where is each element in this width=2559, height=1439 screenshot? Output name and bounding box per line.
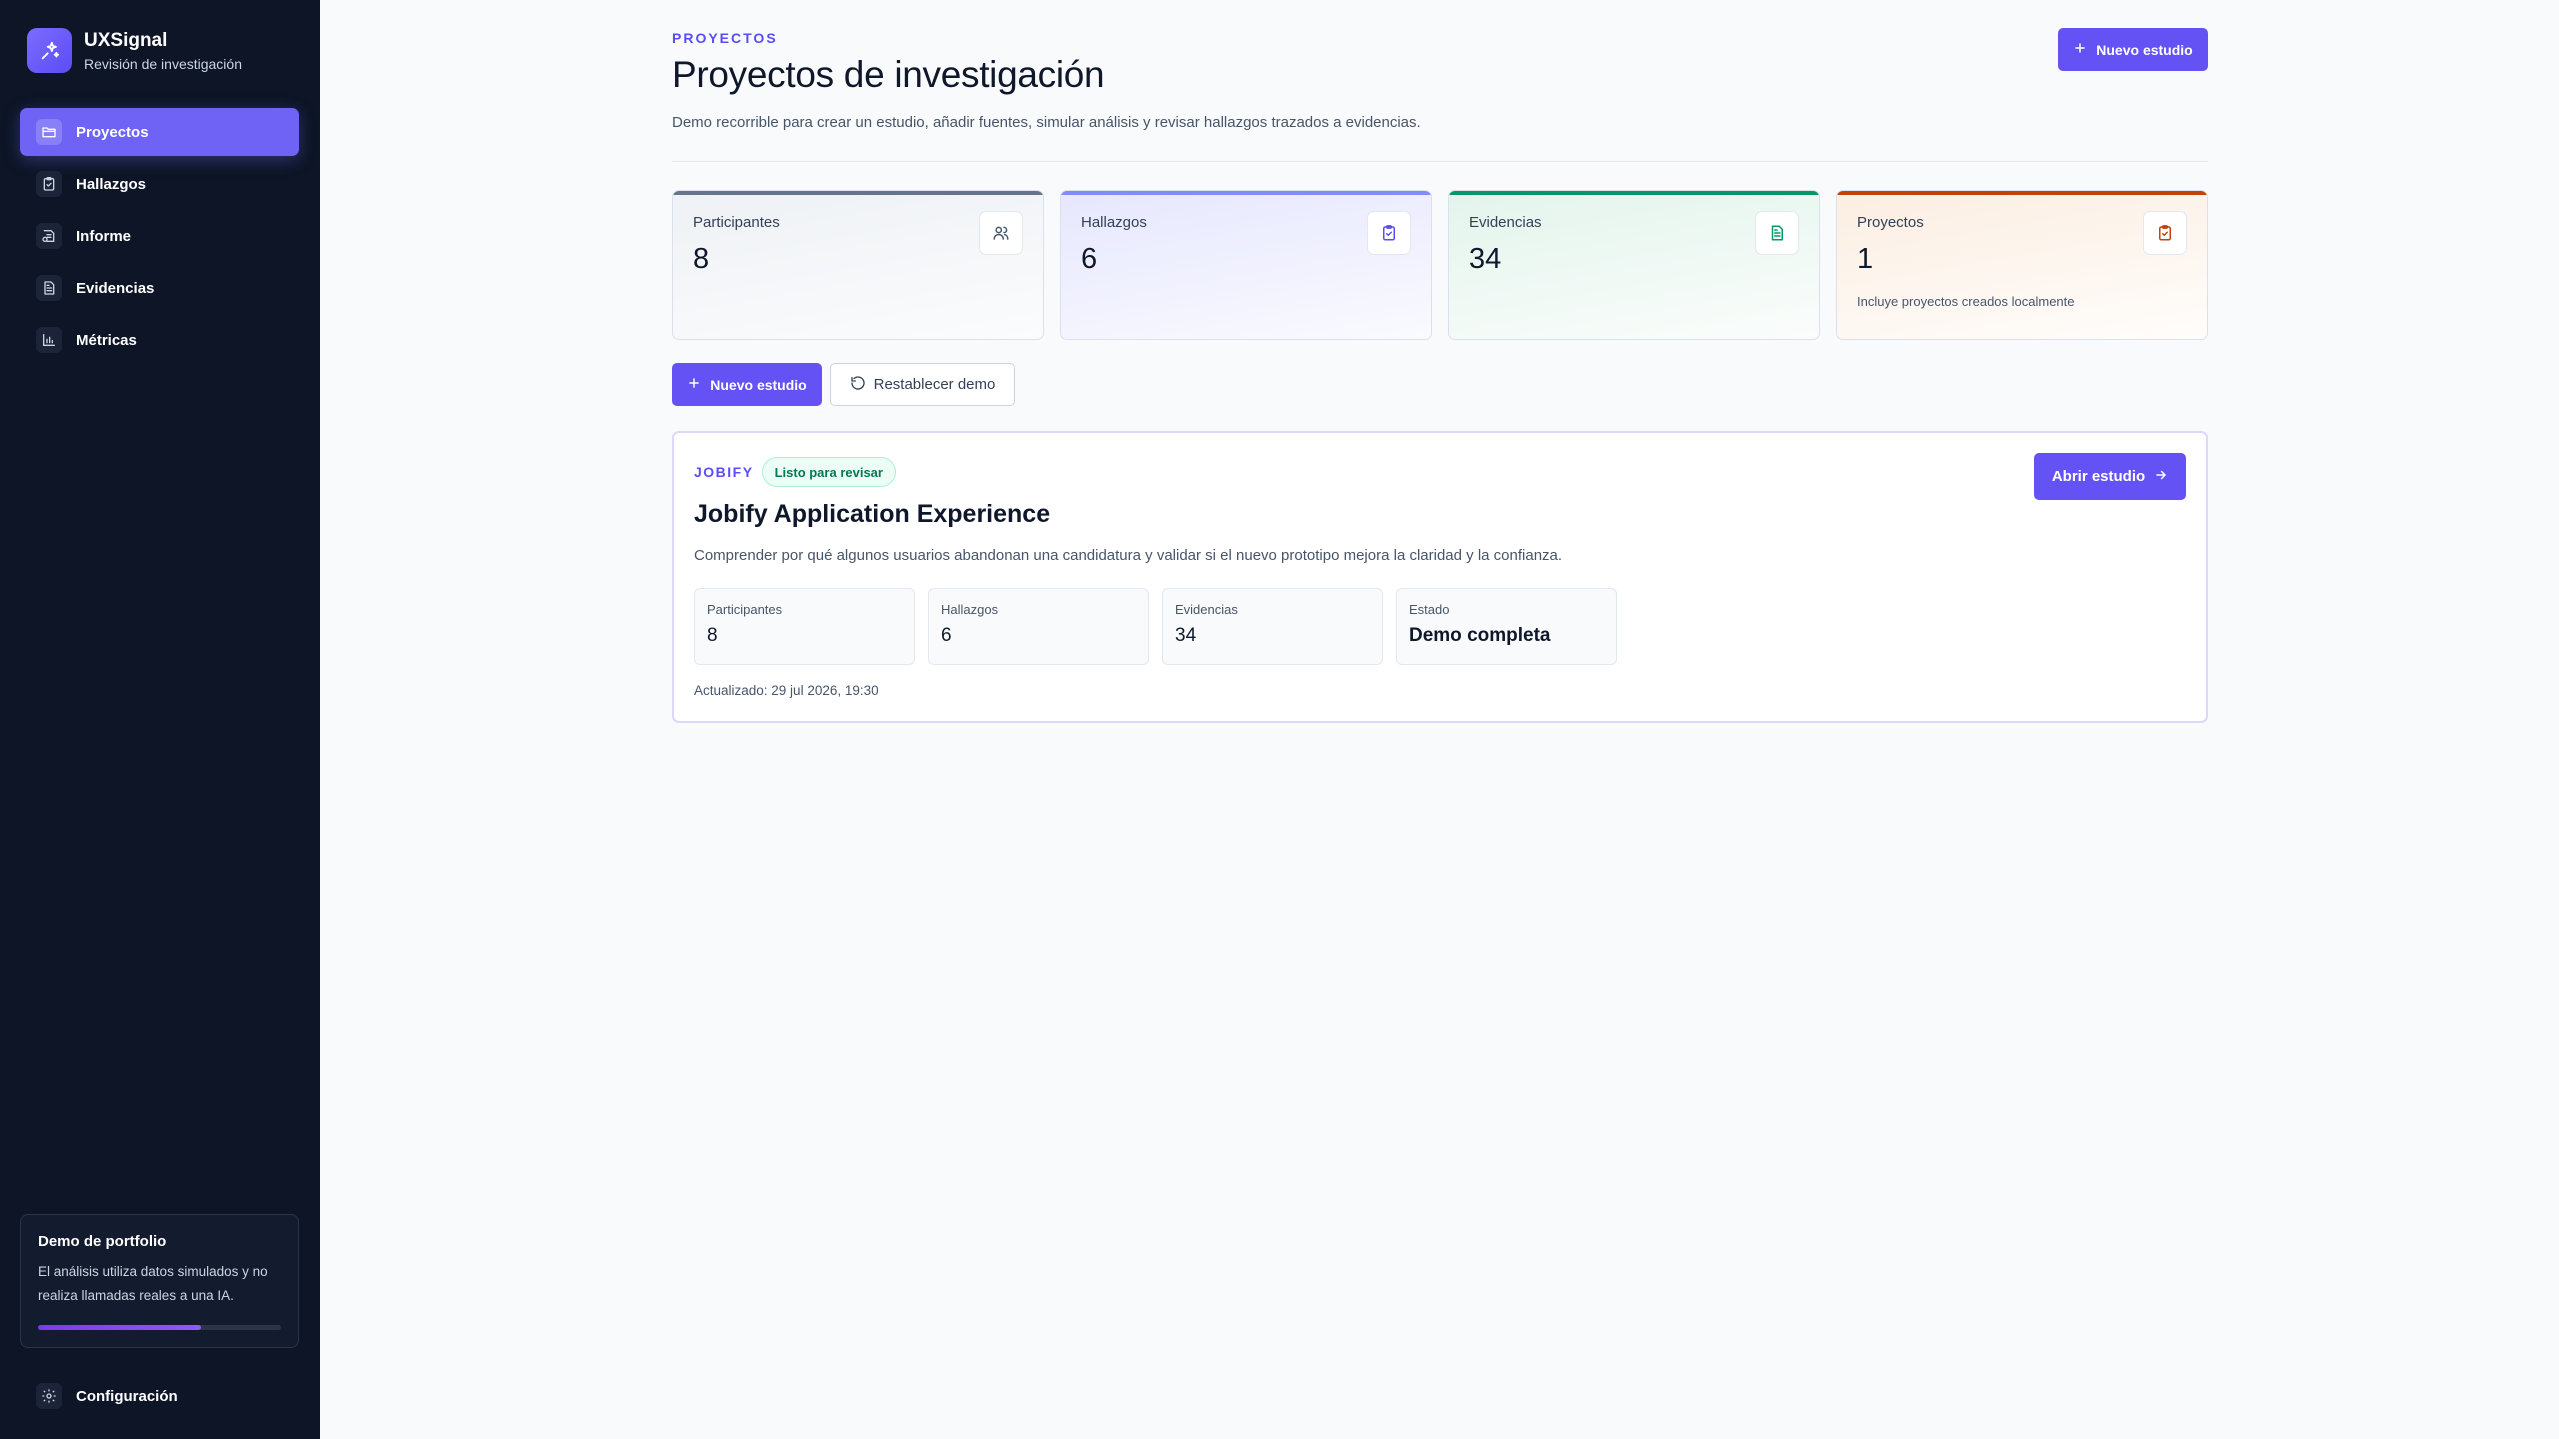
new-study-button[interactable]: Nuevo estudio [672,363,822,406]
brand-name: UXSignal [84,29,168,51]
reset-demo-label: Restablecer demo [873,376,996,393]
metric-value: 8 [707,625,718,646]
metric-label: Evidencias [1175,602,1238,617]
project-description: Comprender por qué algunos usuarios aban… [694,547,1563,564]
settings-label: Configuración [76,1387,178,1405]
clipboard-check-icon [36,171,62,197]
demo-progress-bar [38,1325,281,1330]
refresh-icon [850,375,866,395]
new-study-label: Nuevo estudio [710,376,807,393]
stat-label: Hallazgos [1081,214,1147,231]
folder-icon [36,119,62,145]
clipboard-check-icon [1367,211,1411,255]
open-study-label: Abrir estudio [2051,468,2146,485]
demo-progress-fill [38,1325,201,1330]
project-eyebrow: JOBIFY Listo para revisar [694,457,896,487]
project-metric-evidencias: Evidencias 34 [1162,588,1383,665]
header-divider [672,161,2208,162]
stat-value: 34 [1469,243,1502,275]
document-icon [1755,211,1799,255]
project-card: JOBIFY Listo para revisar Jobify Applica… [672,431,2208,723]
metric-label: Participantes [707,602,783,617]
new-study-button[interactable]: Nuevo estudio [2058,28,2208,71]
page-eyebrow: PROYECTOS [672,30,778,46]
reset-demo-button[interactable]: Restablecer demo [830,363,1015,406]
document-icon [36,275,62,301]
project-metric-participantes: Participantes 8 [694,588,915,665]
stat-value: 6 [1081,243,1098,275]
brand[interactable]: UXSignal Revisión de investigación [27,28,242,73]
project-metric-estado: Estado Demo completa [1396,588,1617,665]
sidebar-item-label: Hallazgos [76,175,147,193]
sidebar-item-label: Métricas [76,331,137,349]
settings-button[interactable]: Configuración [20,1372,299,1420]
sidebar: UXSignal Revisión de investigación Proye… [0,0,320,1439]
project-title: Jobify Application Experience [694,500,1051,528]
sidebar-item-label: Informe [76,227,132,245]
users-icon [979,211,1023,255]
plus-icon [2073,41,2087,58]
demo-card-title: Demo de portfolio [38,1233,167,1250]
project-updated: Actualizado: 29 jul 2026, 19:30 [694,683,879,698]
stat-value: 8 [693,243,710,275]
project-metric-hallazgos: Hallazgos 6 [928,588,1149,665]
demo-card-text: El análisis utiliza datos simulados y no… [38,1264,268,1303]
sidebar-item-proyectos[interactable]: Proyectos [20,108,299,156]
stat-label: Proyectos [1857,214,1924,231]
stat-value: 1 [1857,243,1874,275]
metric-label: Estado [1409,602,1450,617]
stat-card-hallazgos: Hallazgos 6 [1060,190,1432,340]
page-title: Proyectos de investigación [672,54,1105,95]
sidebar-item-metricas[interactable]: Métricas [20,316,299,364]
sidebar-item-informe[interactable]: Informe [20,212,299,260]
sidebar-item-evidencias[interactable]: Evidencias [20,264,299,312]
sparkles-icon [27,28,72,73]
arrow-right-icon [2154,468,2168,486]
bar-chart-icon [36,327,62,353]
metric-value: 6 [941,625,952,646]
project-tag: JOBIFY [694,464,754,480]
report-icon [36,223,62,249]
sidebar-item-label: Evidencias [76,279,155,297]
status-badge: Listo para revisar [761,457,896,487]
new-study-label: Nuevo estudio [2096,41,2193,58]
stat-card-proyectos: Proyectos 1 Incluye proyectos creados lo… [1836,190,2208,340]
stat-card-participantes: Participantes 8 [672,190,1044,340]
sidebar-item-hallazgos[interactable]: Hallazgos [20,160,299,208]
stat-label: Participantes [693,214,780,231]
stat-card-evidencias: Evidencias 34 [1448,190,1820,340]
sidebar-item-label: Proyectos [76,123,149,141]
sidebar-nav: Proyectos Hallazgos Informe Evidencias M… [20,108,299,368]
stats-row: Participantes 8 Hallazgos 6 Evidencias 3… [672,190,2208,340]
project-metrics: Participantes 8 Hallazgos 6 Evidencias 3… [694,588,1617,665]
metric-value: Demo completa [1409,625,1551,646]
gear-icon [36,1383,62,1409]
page-description: Demo recorrible para crear un estudio, a… [672,114,1421,131]
demo-info-card: Demo de portfolio El análisis utiliza da… [20,1214,299,1348]
brand-subtitle: Revisión de investigación [84,55,242,72]
clipboard-check-icon [2143,211,2187,255]
plus-icon [687,376,701,393]
open-study-button[interactable]: Abrir estudio [2034,453,2186,500]
metric-value: 34 [1175,625,1197,646]
metric-label: Hallazgos [941,602,999,617]
stat-note: Incluye proyectos creados localmente [1857,294,2075,309]
stat-label: Evidencias [1469,214,1542,231]
